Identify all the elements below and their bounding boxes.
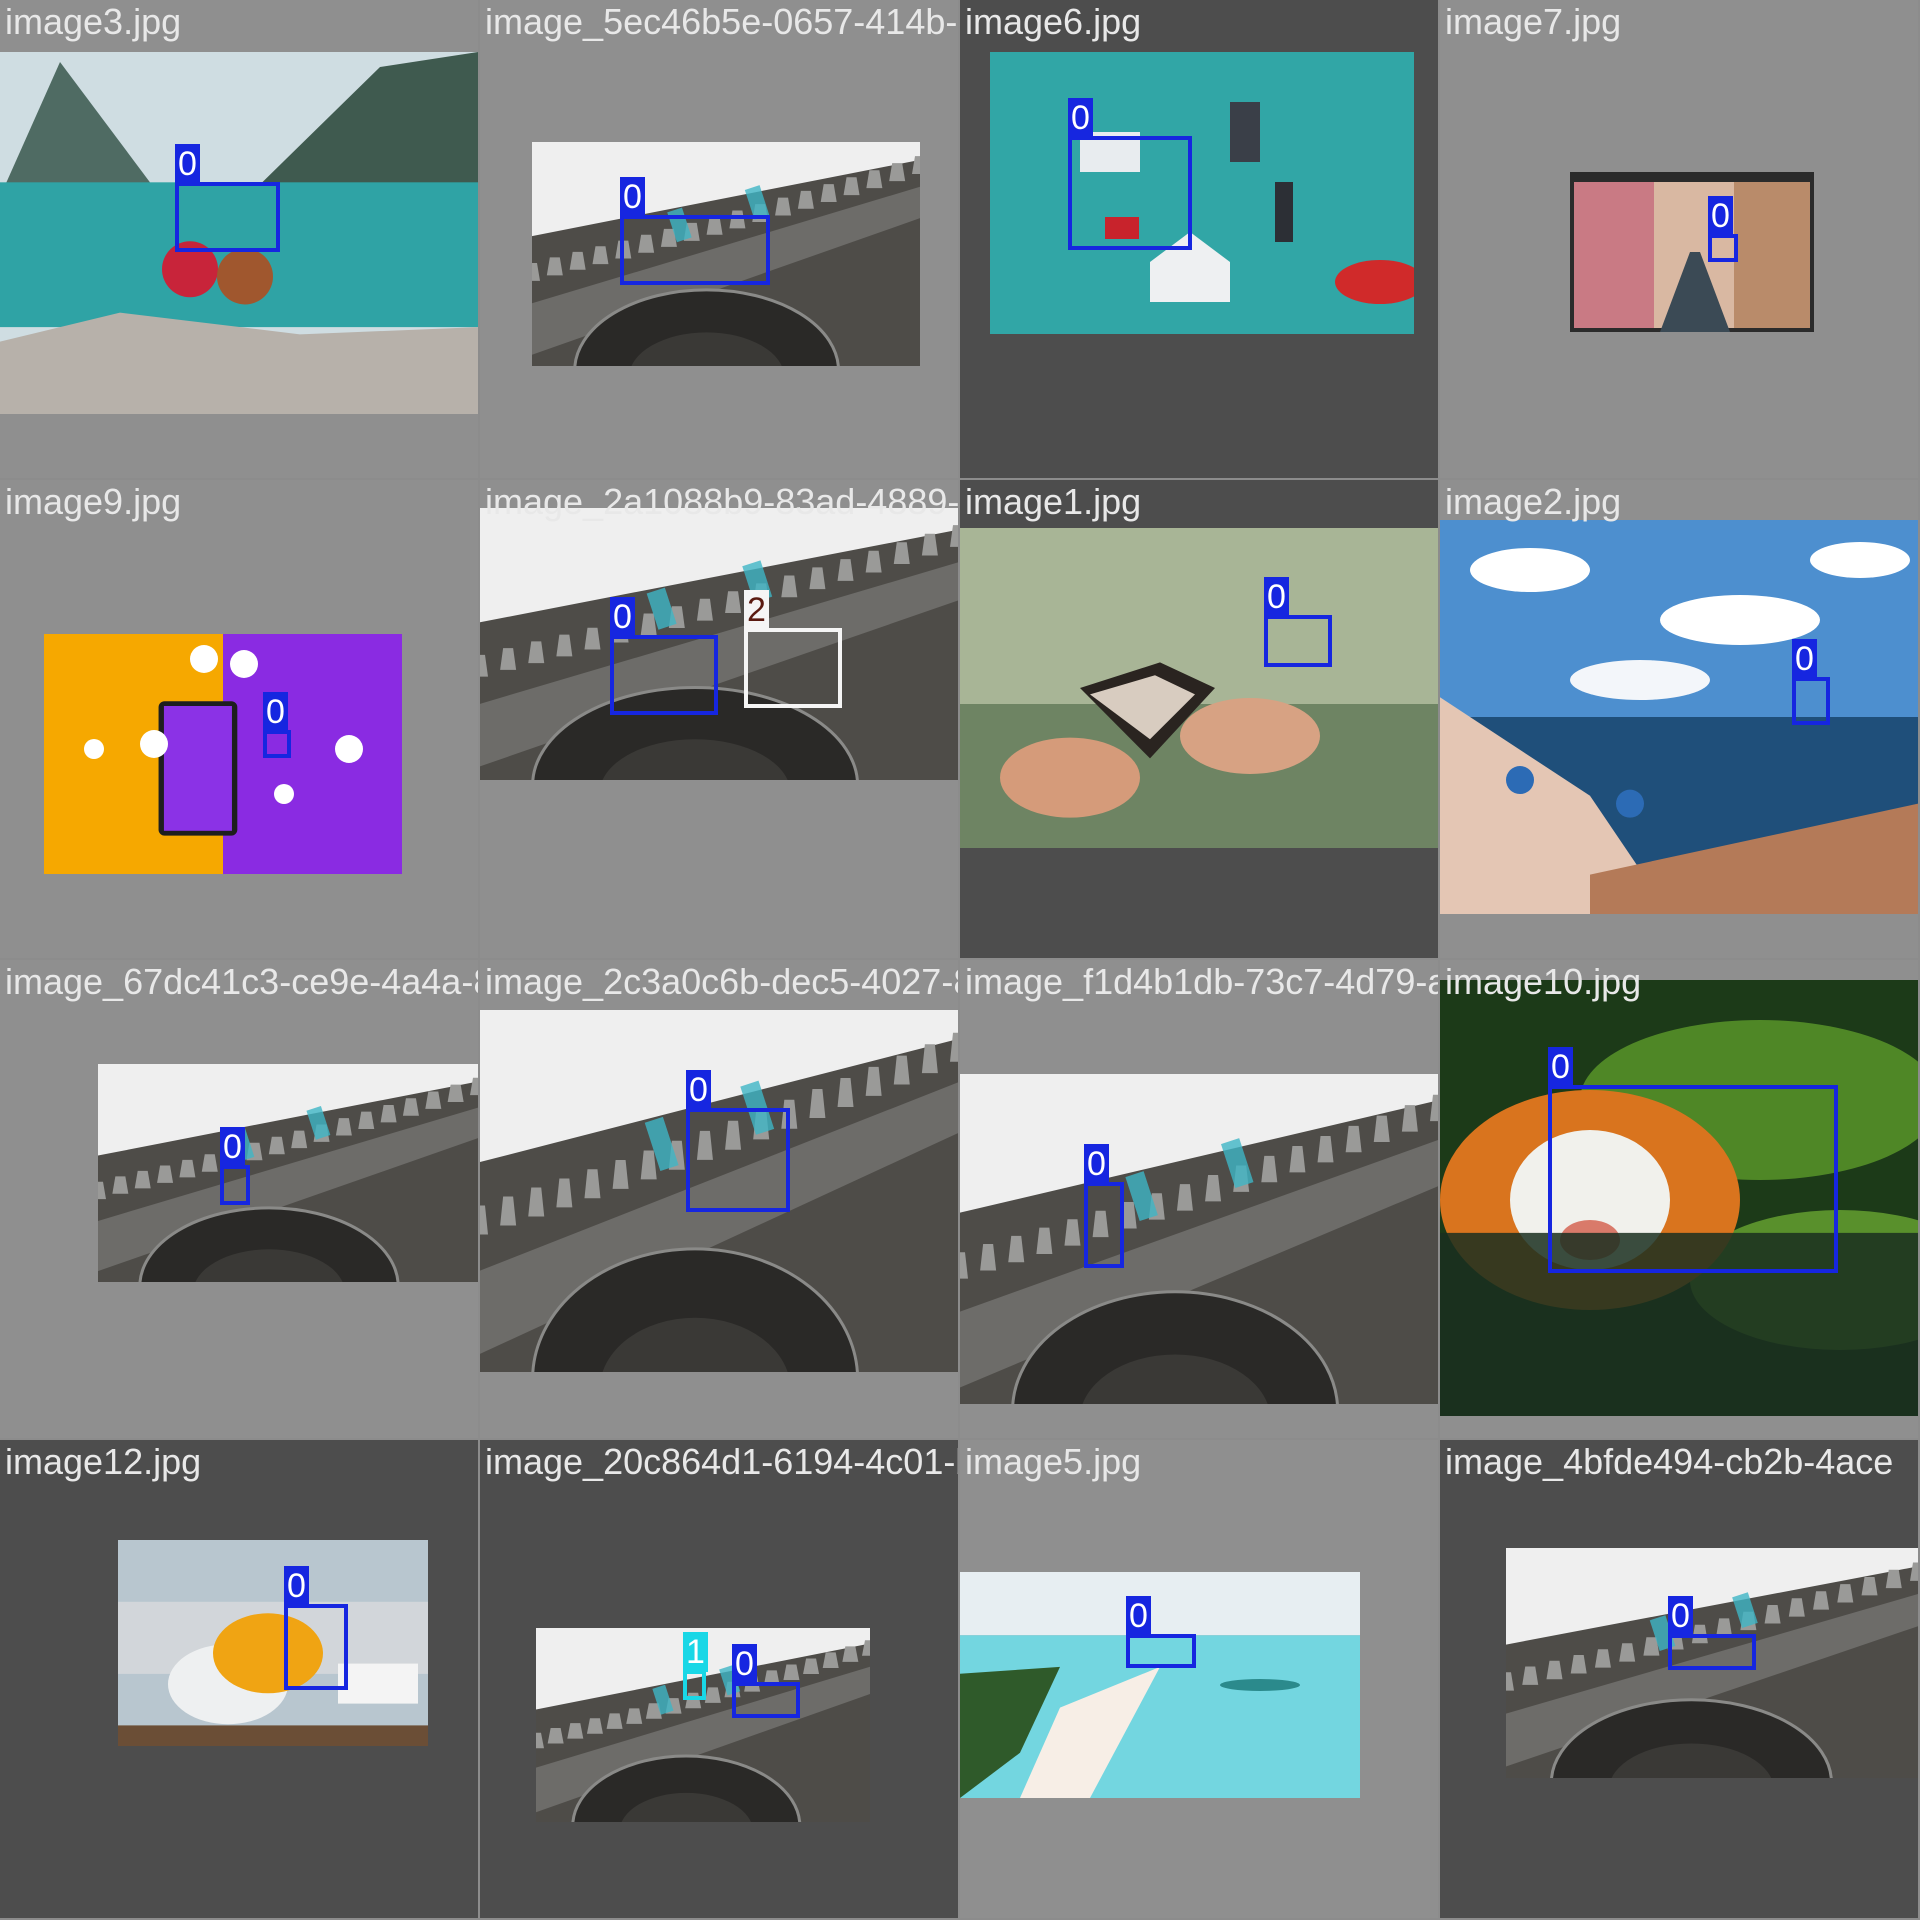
tile-filename-label: image10.jpg: [1445, 961, 1642, 1002]
tile-filename-label: image9.jpg: [5, 481, 182, 522]
class-id-tag: 0: [686, 1070, 711, 1110]
tile-filename-label: image_5ec46b5e-0657-414b-8b7f-6e7790880e: [485, 1, 958, 42]
bounding-box: [686, 1108, 790, 1212]
bounding-box: [610, 635, 718, 715]
tile-photo: [990, 52, 1425, 334]
tile-photo: [1570, 172, 1814, 332]
batch-tile: image6.jpg 0: [960, 0, 1438, 478]
batch-tile: image_4bfde494-cb2b-4ace 0: [1440, 1440, 1918, 1918]
tile-filename-label: image6.jpg: [965, 1, 1142, 42]
bounding-box: [1548, 1085, 1838, 1273]
bounding-box: [620, 215, 770, 285]
tile-filename-label: image12.jpg: [5, 1441, 202, 1482]
tile-filename-label: image_2a1088b9-83ad-4889-974b-1d708a0dd8…: [485, 481, 958, 522]
class-id-tag: 0: [1126, 1596, 1151, 1636]
class-id-tag: 0: [1708, 196, 1733, 236]
tile-photo: [960, 1572, 1360, 1798]
bounding-box: [1264, 615, 1332, 667]
class-id-tag: 2: [744, 590, 769, 630]
class-id-tag: 0: [175, 144, 200, 184]
class-id-tag: 1: [683, 1632, 708, 1672]
bounding-box: [1708, 234, 1738, 262]
batch-tile: image12.jpg 0: [0, 1440, 478, 1918]
tile-photo: [960, 528, 1438, 848]
bounding-box: [263, 730, 291, 758]
class-id-tag: 0: [263, 692, 288, 732]
batch-tile: image7.jpg 0: [1440, 0, 1918, 478]
batch-tile: image10.jpg 0: [1440, 960, 1918, 1438]
class-id-tag: 0: [1264, 577, 1289, 617]
class-id-tag: 0: [610, 597, 635, 637]
batch-tile: image3.jpg 0: [0, 0, 478, 478]
batch-tile: image_20c864d1-6194-4c01-b1e1-59eeafac45…: [480, 1440, 958, 1918]
tile-filename-label: image_67dc41c3-ce9e-4a4a-840e-d07874b70: [5, 961, 478, 1002]
class-id-tag: 0: [732, 1644, 757, 1684]
detection-batch-grid: image3.jpg 0 image_5ec46b5e-0657-414b-8b7…: [0, 0, 1920, 1920]
tile-filename-label: image7.jpg: [1445, 1, 1622, 42]
batch-tile: image9.jpg 0: [0, 480, 478, 958]
batch-tile: image5.jpg 0: [960, 1440, 1438, 1918]
tile-filename-label: image_2c3a0c6b-dec5-4027-8674-913b80c4b: [485, 961, 958, 1002]
bounding-box: [1668, 1634, 1756, 1670]
class-id-tag: 0: [620, 177, 645, 217]
class-id-tag: 0: [1084, 1144, 1109, 1184]
bounding-box: [175, 182, 280, 252]
batch-tile: image_2a1088b9-83ad-4889-974b-1d708a0dd8…: [480, 480, 958, 958]
bounding-box: [220, 1165, 250, 1205]
batch-tile: image2.jpg 0: [1440, 480, 1918, 958]
bounding-box: [284, 1604, 348, 1690]
tile-photo: [118, 1540, 428, 1746]
batch-tile: image_67dc41c3-ce9e-4a4a-840e-d07874b70 0: [0, 960, 478, 1438]
batch-tile: image_f1d4b1db-73c7-4d79-a9d9-22158bc6a1…: [960, 960, 1438, 1438]
bounding-box: [1792, 677, 1830, 725]
tile-photo: [44, 634, 402, 874]
tile-photo: [960, 1074, 1438, 1438]
class-id-tag: 0: [1068, 98, 1093, 138]
tile-filename-label: image3.jpg: [5, 1, 182, 42]
batch-tile: image1.jpg 0: [960, 480, 1438, 958]
class-id-tag: 0: [284, 1566, 309, 1606]
bounding-box: [1068, 136, 1192, 250]
bounding-box: [1084, 1182, 1124, 1268]
tile-photo: [1440, 520, 1918, 914]
tile-filename-label: image5.jpg: [965, 1441, 1142, 1482]
tile-photo: [480, 508, 958, 885]
class-id-tag: 0: [1548, 1047, 1573, 1087]
tile-filename-label: image_4bfde494-cb2b-4ace: [1445, 1441, 1894, 1482]
batch-tile: image_5ec46b5e-0657-414b-8b7f-6e7790880e…: [480, 0, 958, 478]
tile-filename-label: image_20c864d1-6194-4c01-b1e1-59eeafac45: [485, 1441, 958, 1482]
class-id-tag: 0: [1668, 1596, 1693, 1636]
bounding-box: [732, 1682, 800, 1718]
tile-filename-label: image1.jpg: [965, 481, 1142, 522]
tile-photo: [90, 1064, 478, 1367]
tile-filename-label: image_f1d4b1db-73c7-4d79-a9d9-22158bc6a1: [965, 961, 1438, 1002]
bounding-box: [683, 1670, 706, 1700]
bounding-box: [1126, 1634, 1196, 1668]
class-id-tag: 0: [1792, 639, 1817, 679]
bounding-box: [744, 628, 842, 708]
tile-filename-label: image2.jpg: [1445, 481, 1622, 522]
class-id-tag: 0: [220, 1127, 245, 1167]
batch-tile: image_2c3a0c6b-dec5-4027-8674-913b80c4b 0: [480, 960, 958, 1438]
